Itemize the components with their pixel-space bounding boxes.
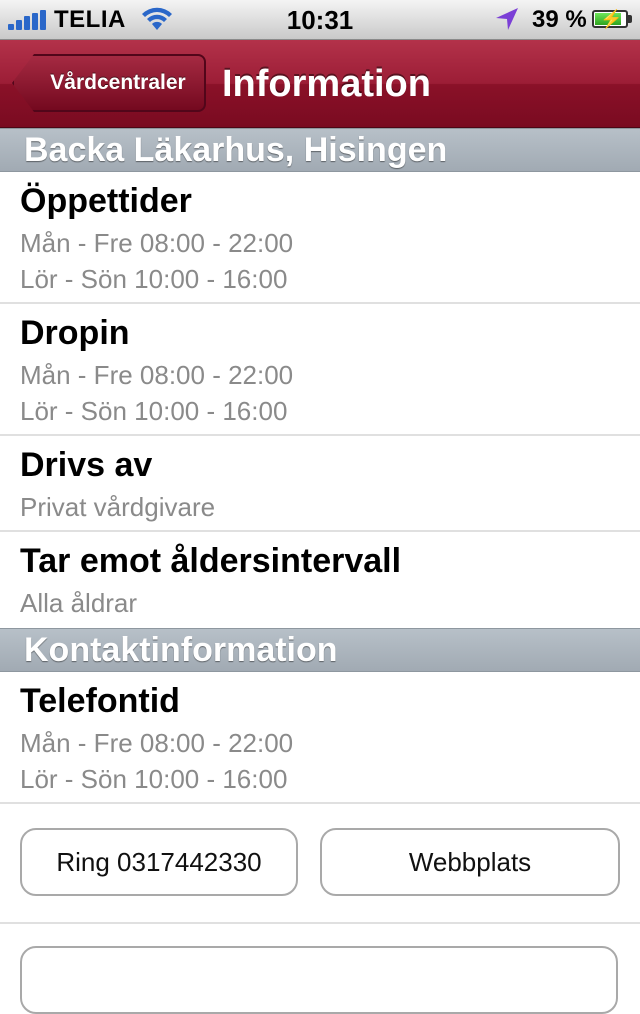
page-title: Information	[222, 63, 431, 105]
dropin-row: Dropin Mån - Fre 08:00 - 22:00 Lör - Sön…	[0, 304, 640, 436]
row-detail: Mån - Fre 08:00 - 22:00	[20, 360, 294, 390]
partial-button[interactable]	[20, 946, 618, 1014]
opening-hours-row: Öppettider Mån - Fre 08:00 - 22:00 Lör -…	[0, 172, 640, 304]
location-arrow-icon	[494, 6, 520, 37]
row-title: Dropin	[20, 314, 130, 352]
battery-cap	[628, 15, 632, 23]
battery-percent: 39 %	[532, 6, 587, 33]
row-detail: Mån - Fre 08:00 - 22:00	[20, 728, 294, 758]
row-title: Öppettider	[20, 182, 192, 220]
website-button[interactable]: Webbplats	[320, 828, 620, 896]
row-detail: Mån - Fre 08:00 - 22:00	[20, 228, 294, 258]
section-header-clinic: Backa Läkarhus, Hisingen	[0, 128, 640, 172]
phone-hours-row: Telefontid Mån - Fre 08:00 - 22:00 Lör -…	[0, 672, 640, 804]
row-title: Drivs av	[20, 446, 153, 484]
row-title: Telefontid	[20, 682, 180, 720]
call-button[interactable]: Ring 0317442330	[20, 828, 298, 896]
section-header-contact: Kontaktinformation	[0, 628, 640, 672]
status-bar: TELIA 10:31 39 % ⚡	[0, 0, 640, 40]
navigation-bar: Vårdcentraler Information	[0, 40, 640, 128]
operator-row: Drivs av Privat vårdgivare	[0, 436, 640, 532]
age-range-row: Tar emot åldersintervall Alla åldrar	[0, 532, 640, 628]
row-detail: Lör - Sön 10:00 - 16:00	[20, 764, 288, 794]
row-title: Tar emot åldersintervall	[20, 542, 402, 580]
row-detail: Lör - Sön 10:00 - 16:00	[20, 396, 288, 426]
row-detail: Privat vårdgivare	[20, 492, 216, 522]
row-detail: Lör - Sön 10:00 - 16:00	[20, 264, 288, 294]
divider	[0, 922, 640, 924]
row-detail: Alla åldrar	[20, 588, 138, 618]
back-button[interactable]: Vårdcentraler	[12, 54, 206, 112]
charging-bolt-icon: ⚡	[600, 9, 623, 29]
